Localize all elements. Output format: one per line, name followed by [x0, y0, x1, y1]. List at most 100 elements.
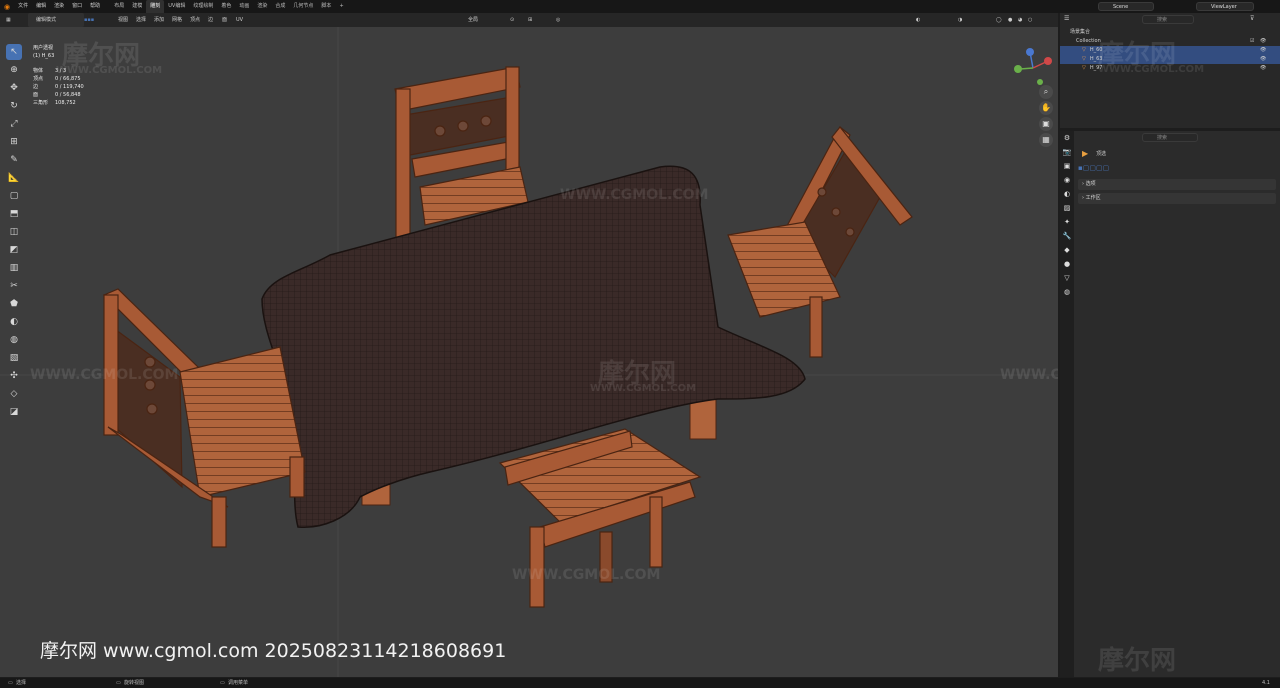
properties-search-input[interactable]: 搜索 [1142, 133, 1198, 142]
menu-render[interactable]: 渲染 [50, 0, 68, 13]
overlays-icon[interactable]: ◑ [958, 13, 962, 27]
tab-shading[interactable]: 着色 [217, 0, 235, 13]
mode-selector[interactable]: 编辑模式 [28, 13, 84, 27]
outliner-search-placeholder: 搜索 [1157, 17, 1168, 23]
add-workspace-icon[interactable]: + [335, 0, 347, 13]
loop-cut-tool-icon[interactable]: ▥ [6, 260, 22, 276]
extrude-tool-icon[interactable]: ⬒ [6, 206, 22, 222]
menu-view[interactable]: 视图 [118, 13, 128, 27]
select-mode-icons[interactable]: ▪▪▪ [84, 13, 94, 27]
properties-tab-icons[interactable]: ⚙ 📷 ▣ ◉ ◐ ▨ ✦ 🔧 ◆ ● ▽ ◍ [1060, 131, 1074, 299]
status-rotate-view: 旋转视图 [124, 680, 145, 686]
tab-geometry-nodes[interactable]: 几何节点 [289, 0, 317, 13]
stat-label: 三角形 [33, 100, 49, 106]
scale-tool-icon[interactable]: ⤢ [6, 116, 22, 132]
transform-orientation[interactable]: 全局 [468, 13, 478, 27]
add-cube-tool-icon[interactable]: ▢ [6, 188, 22, 204]
select-mode-icons[interactable]: ▪▢▢▢▢ [1078, 164, 1109, 172]
inset-tool-icon[interactable]: ◫ [6, 224, 22, 240]
shading-material-icon[interactable]: ◕ [1018, 13, 1022, 27]
menu-mesh[interactable]: 网格 [172, 13, 182, 27]
chair-right [727, 126, 913, 358]
mouse-left-icon: ▭ [8, 680, 13, 686]
spin-tool-icon[interactable]: ◐ [6, 314, 22, 330]
eye-icon[interactable]: 👁 [1260, 46, 1266, 55]
move-tool-icon[interactable]: ✥ [6, 80, 22, 96]
scene-selector[interactable]: Scene [1098, 2, 1154, 11]
poly-build-tool-icon[interactable]: ⬟ [6, 296, 22, 312]
properties-tabs: ⚙ 📷 ▣ ◉ ◐ ▨ ✦ 🔧 ◆ ● ▽ ◍ [1060, 131, 1074, 677]
pan-hand-icon[interactable]: ✋ [1039, 101, 1053, 115]
shading-rendered-icon[interactable]: ○ [1028, 13, 1032, 27]
select-box-tool-icon[interactable]: ↖ [6, 44, 22, 60]
tab-rendering[interactable]: 渲染 [253, 0, 271, 13]
watermark-url: WWW.CGMOL.COM [1000, 367, 1058, 383]
tab-sculpting[interactable]: 雕刻 [146, 0, 165, 13]
panel-options[interactable]: › 选项 [1078, 179, 1276, 190]
tab-layout[interactable]: 布局 [110, 0, 128, 13]
tab-modeling[interactable]: 建模 [128, 0, 146, 13]
tab-scripting[interactable]: 脚本 [317, 0, 335, 13]
panel-workspace[interactable]: › 工作区 [1078, 193, 1276, 204]
annotate-tool-icon[interactable]: ✎ [6, 152, 22, 168]
3d-viewport[interactable]: 摩尔网 WWW.CGMOL.COM 摩尔网 WWW.CGMOL.COM WWW.… [0, 27, 1058, 677]
menu-edge[interactable]: 边 [208, 13, 213, 27]
shrink-fatten-tool-icon[interactable]: ✣ [6, 368, 22, 384]
rotate-tool-icon[interactable]: ↻ [6, 98, 22, 114]
navigation-gizmo[interactable] [1014, 48, 1052, 85]
menu-select[interactable]: 选择 [136, 13, 146, 27]
menu-edit[interactable]: 编辑 [32, 0, 50, 13]
eye-icon[interactable]: 👁 [1260, 55, 1266, 64]
view-object-types-icon[interactable]: ◐ [916, 13, 920, 27]
tab-texture-paint[interactable]: 纹理绘制 [189, 0, 217, 13]
menu-help[interactable]: 帮助 [86, 0, 104, 13]
tab-animation[interactable]: 动画 [235, 0, 253, 13]
status-context-menu: 调用菜单 [228, 680, 249, 686]
view-layer-selector[interactable]: ViewLayer [1196, 2, 1254, 11]
menu-vertex[interactable]: 顶点 [190, 13, 200, 27]
editor-type-icon[interactable]: ▦ [6, 13, 11, 27]
properties-section-title: 顶选 [1096, 151, 1107, 157]
mesh-icon: ▽ [1082, 65, 1086, 71]
mouse-middle-icon: ▭ [116, 680, 121, 686]
menu-window[interactable]: 窗口 [68, 0, 86, 13]
edge-slide-tool-icon[interactable]: ▧ [6, 350, 22, 366]
tab-compositing[interactable]: 合成 [271, 0, 289, 13]
watermark-url: WWW.CGMOL.COM [590, 383, 697, 394]
checkbox-icon[interactable]: ☑ [1250, 37, 1254, 46]
camera-view-icon[interactable]: ▣ [1039, 117, 1053, 131]
filter-icon[interactable]: ⊽ [1250, 15, 1254, 22]
stat-objects: 物体 3 / 3 [33, 67, 66, 74]
zoom-icon[interactable]: ⌕ [1039, 85, 1053, 99]
shear-tool-icon[interactable]: ◇ [6, 386, 22, 402]
viewport-header: ▦ 编辑模式 ▪▪▪ 视图 选择 添加 网格 顶点 边 面 UV 全局 ⊙ ⊞ … [0, 13, 1058, 37]
blender-logo-icon[interactable]: ◉ [4, 3, 10, 11]
cursor-tool-icon[interactable]: ⊕ [6, 62, 22, 78]
panel-label: 选项 [1085, 181, 1096, 187]
menu-file[interactable]: 文件 [14, 0, 32, 13]
tab-uv-editing[interactable]: UV编辑 [164, 0, 189, 13]
proportional-edit-icon[interactable]: ◎ [556, 13, 560, 27]
stat-label: 顶点 [33, 76, 44, 82]
smooth-tool-icon[interactable]: ◍ [6, 332, 22, 348]
transform-tool-icon[interactable]: ⊞ [6, 134, 22, 150]
view-layer-name: ViewLayer [1211, 4, 1237, 10]
outliner-editor-icon[interactable]: ☰ [1064, 15, 1069, 22]
measure-tool-icon[interactable]: 📐 [6, 170, 22, 186]
rip-tool-icon[interactable]: ◪ [6, 404, 22, 420]
menu-face[interactable]: 面 [222, 13, 227, 27]
snap-icon[interactable]: ⊞ [528, 13, 532, 27]
bevel-tool-icon[interactable]: ◩ [6, 242, 22, 258]
knife-tool-icon[interactable]: ✂ [6, 278, 22, 294]
outliner-search-input[interactable]: 搜索 [1142, 15, 1194, 24]
mesh-icon: ▽ [1082, 47, 1086, 53]
menu-uv[interactable]: UV [236, 13, 243, 27]
menu-add[interactable]: 添加 [154, 13, 164, 27]
eye-icon[interactable]: 👁 [1260, 64, 1266, 73]
perspective-toggle-icon[interactable]: ▦ [1039, 133, 1053, 147]
pivot-icon[interactable]: ⊙ [510, 13, 514, 27]
shading-solid-icon[interactable]: ● [1008, 13, 1012, 27]
caption-overlay: 摩尔网 www.cgmol.com 20250823114218608691 [40, 640, 507, 662]
shading-wireframe-icon[interactable]: ◯ [996, 13, 1002, 27]
eye-icon[interactable]: 👁 [1260, 37, 1266, 46]
